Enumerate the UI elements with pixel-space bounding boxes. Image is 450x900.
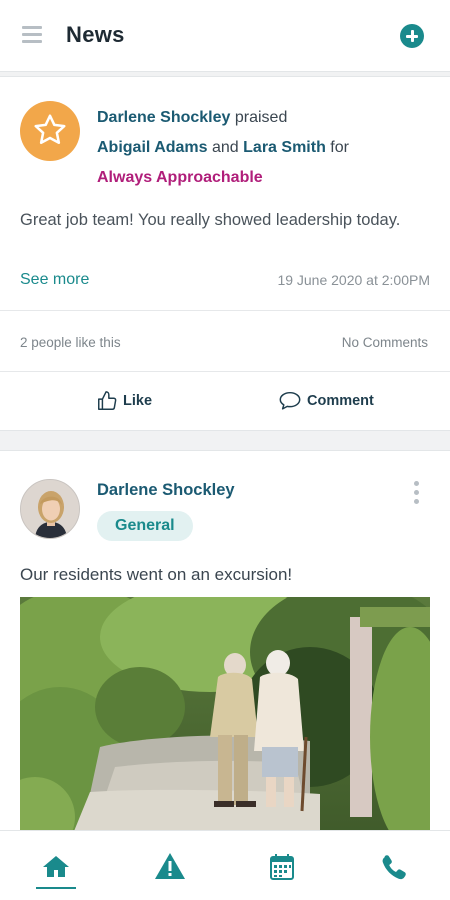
like-label: Like xyxy=(123,393,153,409)
likes-count[interactable]: 2 people like this xyxy=(20,335,121,350)
conjunction-text: and xyxy=(212,139,239,156)
post-photo[interactable] xyxy=(20,597,430,841)
phone-icon xyxy=(382,855,406,880)
bottom-nav xyxy=(0,830,450,900)
preposition-text: for xyxy=(330,139,349,156)
post-body: Great job team! You really showed leader… xyxy=(20,211,401,229)
page-title: News xyxy=(66,22,125,47)
active-nav-indicator xyxy=(36,887,76,889)
praise-summary: Darlene Shockley praised Abigail Adams a… xyxy=(97,103,427,193)
nav-alerts[interactable] xyxy=(150,849,190,889)
nav-home[interactable] xyxy=(36,849,76,889)
nav-calendar[interactable] xyxy=(262,849,302,889)
praise-post-card: Darlene Shockley praised Abigail Adams a… xyxy=(0,76,450,431)
thumbs-up-icon xyxy=(98,391,117,410)
add-post-button[interactable] xyxy=(400,24,424,48)
post-timestamp: 19 June 2020 at 2:00PM xyxy=(277,272,430,288)
praise-verb: praised xyxy=(234,109,288,126)
praiser-name[interactable]: Darlene Shockley xyxy=(97,109,230,126)
home-icon xyxy=(43,856,69,877)
alert-triangle-icon xyxy=(155,853,185,879)
praise-value-link[interactable]: Always Approachable xyxy=(97,169,263,186)
see-more-link[interactable]: See more xyxy=(20,271,89,289)
news-post-card: Darlene Shockley General Our residents w… xyxy=(0,450,450,841)
nav-phone[interactable] xyxy=(374,849,414,889)
recipient-name[interactable]: Lara Smith xyxy=(243,139,326,156)
recipient-name[interactable]: Abigail Adams xyxy=(97,139,208,156)
app-header: News xyxy=(0,0,450,72)
avatar[interactable] xyxy=(20,479,80,539)
comments-count[interactable]: No Comments xyxy=(342,335,428,350)
speech-bubble-icon xyxy=(279,391,301,410)
divider xyxy=(0,371,450,372)
comment-label: Comment xyxy=(307,393,374,409)
kebab-icon[interactable] xyxy=(412,481,420,507)
star-icon xyxy=(20,101,80,161)
comment-button[interactable]: Comment xyxy=(278,390,374,412)
calendar-icon xyxy=(270,854,294,880)
author-name[interactable]: Darlene Shockley xyxy=(97,481,235,500)
category-tag[interactable]: General xyxy=(97,511,193,541)
post-body: Our residents went on an excursion! xyxy=(20,565,293,584)
menu-icon[interactable] xyxy=(22,26,48,46)
divider xyxy=(0,310,450,311)
like-button[interactable]: Like xyxy=(96,390,152,412)
